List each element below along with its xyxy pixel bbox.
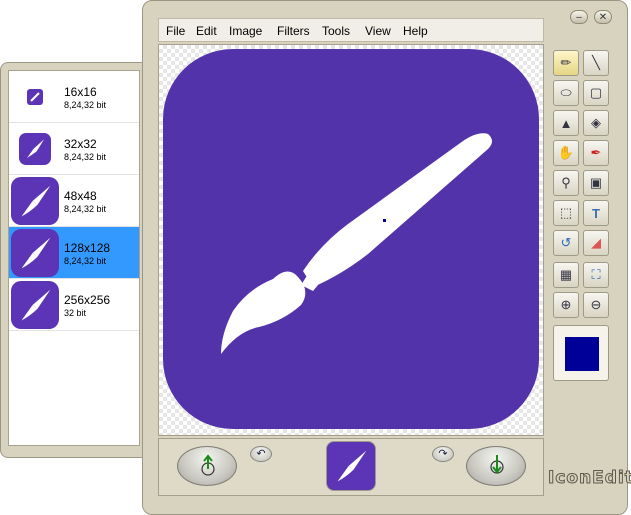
- brush-icon: [337, 450, 367, 482]
- import-button[interactable]: [466, 446, 526, 486]
- current-color-well[interactable]: [553, 325, 609, 381]
- rotate-icon: ↺: [560, 235, 572, 250]
- app-logo: IconEdit2: [548, 468, 631, 489]
- zoom-out-button[interactable]: ⊖: [583, 292, 609, 318]
- fill-bucket-icon: ◈: [591, 115, 601, 130]
- size-name: 16x16: [64, 85, 97, 99]
- size-name: 48x48: [64, 189, 97, 203]
- menu-tools[interactable]: Tools: [322, 24, 350, 38]
- size-bits: 8,24,32 bit: [64, 204, 107, 214]
- upload-icon: [201, 454, 215, 476]
- grid-icon: ▦: [559, 267, 573, 282]
- hand-icon: ✋: [557, 145, 575, 160]
- menu-file[interactable]: File: [166, 24, 185, 38]
- undo-icon: ↶: [256, 448, 266, 460]
- text-icon: T: [592, 205, 600, 221]
- eraser-tool[interactable]: ◢: [583, 230, 609, 256]
- size-name: 128x128: [64, 241, 111, 255]
- pencil-icon: ✏: [560, 55, 572, 70]
- capture-tool[interactable]: ▣: [583, 170, 609, 196]
- brush-icon: [221, 133, 492, 354]
- edit-canvas[interactable]: [158, 44, 544, 436]
- menu-edit[interactable]: Edit: [196, 24, 217, 38]
- magnifier-icon: ⚲: [561, 175, 571, 190]
- grid-toggle[interactable]: ▦: [553, 262, 579, 288]
- ellipse-tool[interactable]: ⬭: [553, 80, 579, 106]
- rounded-rect-tool[interactable]: ▢: [583, 80, 609, 106]
- brush-icon: [27, 89, 43, 105]
- spray-icon: ▲: [559, 115, 573, 131]
- fit-screen-icon: ⛶: [591, 267, 601, 282]
- icon-preview: [326, 441, 376, 491]
- spray-tool[interactable]: ▲: [553, 110, 579, 136]
- line-tool[interactable]: ╲: [583, 50, 609, 76]
- rounded-rect-icon: ▢: [589, 85, 603, 100]
- download-icon: [490, 455, 504, 474]
- current-color-swatch: [565, 337, 599, 371]
- size-item-16[interactable]: 16x16 8,24,32 bit: [9, 71, 139, 123]
- size-list: 16x16 8,24,32 bit 32x32 8,24,32 bit 48x4…: [8, 70, 140, 446]
- icon-image: [163, 49, 539, 429]
- size-name: 256x256: [64, 293, 111, 307]
- size-bits: 8,24,32 bit: [64, 152, 107, 162]
- color-picker-tool[interactable]: ✒: [583, 140, 609, 166]
- menu-bar: File Edit Image Filters Tools View Help: [158, 18, 544, 42]
- zoom-in-button[interactable]: ⊕: [553, 292, 579, 318]
- fill-tool[interactable]: ◈: [583, 110, 609, 136]
- rotate-tool[interactable]: ↺: [553, 230, 579, 256]
- line-icon: ╲: [592, 55, 600, 70]
- color-picker-icon: ✒: [590, 145, 602, 160]
- size-item-128[interactable]: 128x128 8,24,32 bit: [9, 227, 139, 279]
- size-item-32[interactable]: 32x32 8,24,32 bit: [9, 123, 139, 175]
- minimize-icon: –: [576, 12, 582, 23]
- brush-icon: [11, 229, 59, 277]
- size-name: 32x32: [64, 137, 97, 151]
- size-bits: 8,24,32 bit: [64, 100, 107, 110]
- camera-icon: ▣: [589, 175, 603, 190]
- brush-icon: [11, 177, 59, 225]
- menu-filters[interactable]: Filters: [277, 24, 310, 38]
- size-bits: 32 bit: [64, 308, 87, 318]
- text-tool[interactable]: T: [583, 200, 609, 226]
- brush-icon: [11, 281, 59, 329]
- magnifier-tool[interactable]: ⚲: [553, 170, 579, 196]
- redo-button[interactable]: ↷: [432, 446, 454, 462]
- redo-icon: ↷: [438, 448, 448, 460]
- close-button[interactable]: ✕: [594, 10, 612, 24]
- undo-button[interactable]: ↶: [250, 446, 272, 462]
- zoom-out-icon: ⊖: [590, 297, 602, 312]
- menu-view[interactable]: View: [365, 24, 391, 38]
- close-icon: ✕: [598, 12, 608, 23]
- size-bits: 8,24,32 bit: [64, 256, 107, 266]
- ellipse-icon: ⬭: [560, 85, 572, 100]
- menu-image[interactable]: Image: [229, 24, 262, 38]
- fit-screen-button[interactable]: ⛶: [583, 262, 609, 288]
- eraser-icon: ◢: [591, 235, 601, 250]
- minimize-button[interactable]: –: [570, 10, 588, 24]
- pencil-tool[interactable]: ✏: [553, 50, 579, 76]
- hand-tool[interactable]: ✋: [553, 140, 579, 166]
- selection-rect-icon: ⬚: [559, 205, 573, 220]
- selection-tool[interactable]: ⬚: [553, 200, 579, 226]
- export-button[interactable]: [177, 446, 237, 486]
- brush-icon: [19, 133, 51, 165]
- zoom-in-icon: ⊕: [560, 297, 572, 312]
- menu-help[interactable]: Help: [403, 24, 428, 38]
- size-item-256[interactable]: 256x256 32 bit: [9, 279, 139, 331]
- size-item-48[interactable]: 48x48 8,24,32 bit: [9, 175, 139, 227]
